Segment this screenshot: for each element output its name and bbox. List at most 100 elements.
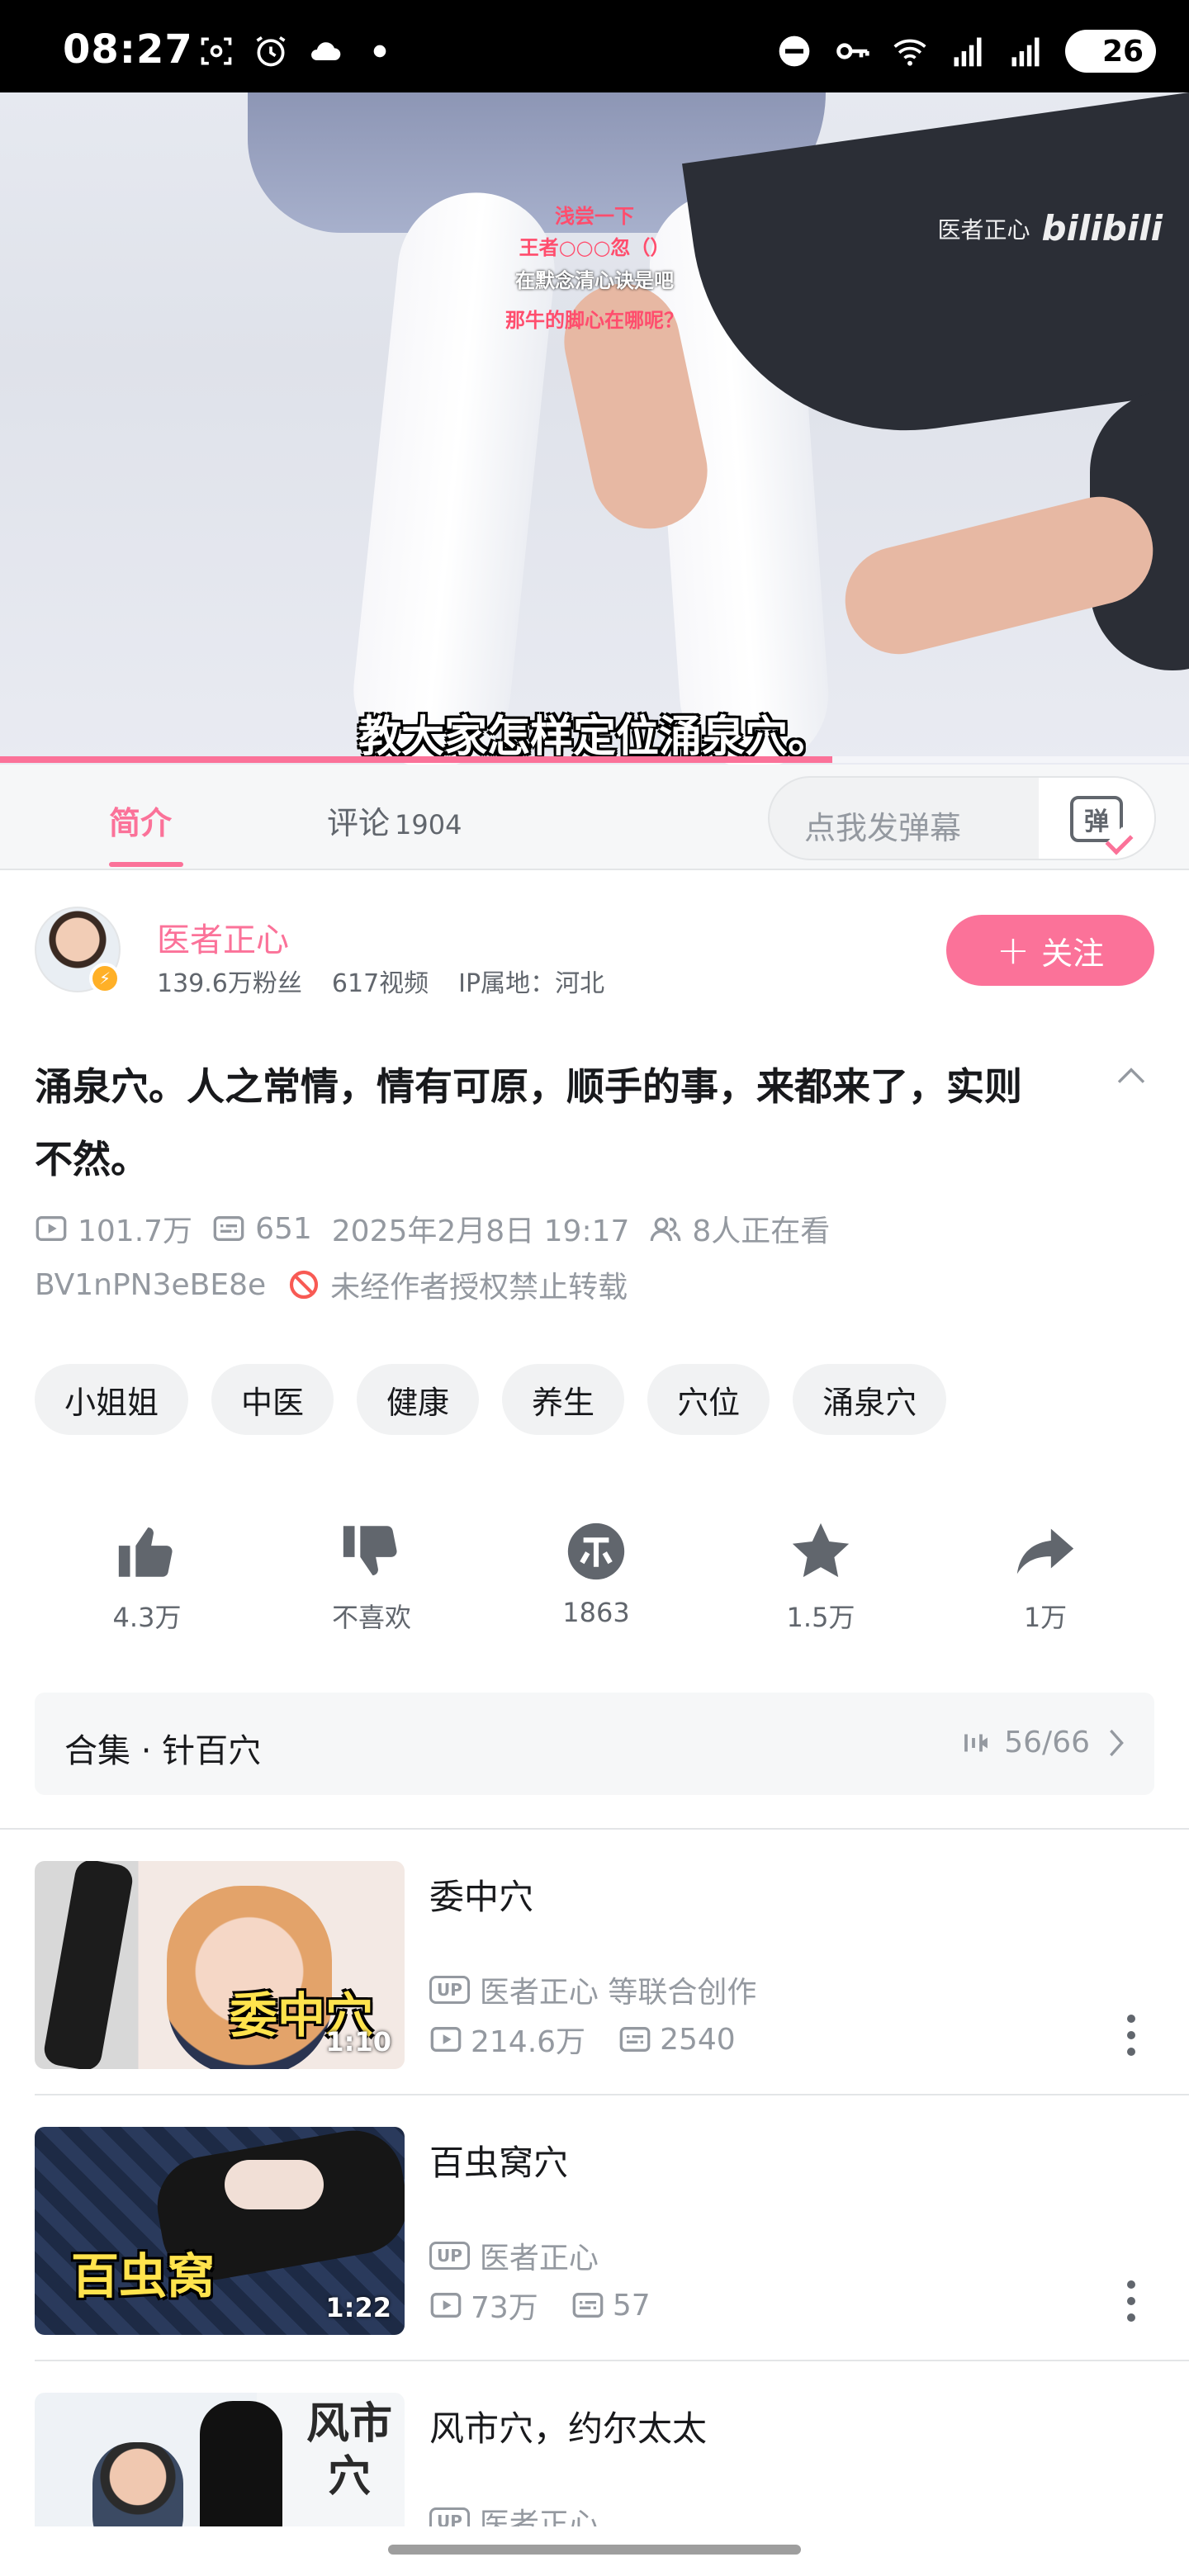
uploader-videos: 617视频: [331, 969, 429, 998]
more-options-icon[interactable]: [1126, 2280, 1136, 2322]
item-danmaku: 57: [571, 2289, 651, 2323]
users-icon: [651, 1217, 681, 1242]
favorite-button[interactable]: 1.5万: [730, 1518, 912, 1635]
publish-date: 2025年2月8日 19:17: [331, 1215, 630, 1248]
item-stats: 73万 57: [429, 2284, 651, 2327]
list-item[interactable]: 风市穴 风市穴，约尔太太 UP 医者正心: [0, 2361, 1189, 2526]
coin-icon: [567, 1522, 625, 1580]
video-progress-bar[interactable]: [0, 756, 1189, 763]
verified-badge-icon: ⚡: [89, 963, 121, 994]
plus-icon: +: [996, 927, 1030, 973]
collection-progress-value: 56/66: [1004, 1726, 1090, 1759]
watermark-author: 医者正心: [937, 215, 1030, 244]
list-item[interactable]: 委中穴 1:10 委中穴 UP 医者正心 等联合创作 214.6万 2540: [0, 1830, 1189, 2095]
danmaku-icon: 弹: [1070, 796, 1123, 842]
up-badge-icon: UP: [429, 2507, 470, 2526]
item-danmaku: 2540: [618, 2023, 736, 2057]
share-icon: [1016, 1528, 1074, 1574]
share-button[interactable]: 1万: [955, 1518, 1136, 1635]
thumbnail-figure: [92, 2442, 183, 2526]
video-thumbnail: 百虫窝 1:22: [35, 2127, 405, 2335]
tag[interactable]: 中医: [211, 1364, 334, 1435]
thumbnail-caption: 百虫窝: [71, 2248, 216, 2304]
dot-icon: [373, 45, 386, 58]
uploader-name[interactable]: 医者正心: [157, 913, 289, 961]
screenshot-icon: [201, 37, 232, 65]
tag[interactable]: 涌泉穴: [793, 1364, 947, 1435]
alarm-icon: [256, 36, 286, 67]
chevron-right-icon: [1110, 1729, 1124, 1756]
bvid: BV1nPN3eBE8e: [35, 1267, 267, 1302]
video-player[interactable]: 浅尝一下 王者○○○忽（） 在默念清心诀是吧 那牛的脚心在哪呢？ 医者正心 bi…: [0, 92, 1189, 765]
item-views: 214.6万: [429, 2018, 585, 2061]
item-uploader: UP 医者正心: [429, 2234, 599, 2277]
tag[interactable]: 小姐姐: [35, 1364, 189, 1435]
item-uploader-name: 医者正心: [479, 2242, 599, 2275]
video-meta: 101.7万 651 2025年2月8日 19:17 8人正在看: [35, 1207, 830, 1250]
item-views: 73万: [429, 2284, 538, 2327]
video-watermark: 医者正心 bilibili: [937, 208, 1163, 249]
collection-progress: 56/66: [961, 1726, 1130, 1759]
tag[interactable]: 穴位: [647, 1364, 770, 1435]
item-uploader-name: 医者正心 等联合创作: [479, 1976, 757, 2010]
status-time: 08:27: [63, 26, 193, 73]
danmaku-count: 651: [212, 1212, 312, 1246]
danmaku-toggle-button[interactable]: 弹: [1039, 778, 1154, 859]
like-count: 4.3万: [112, 1602, 182, 1633]
video-progress-fill: [0, 756, 832, 763]
forbidden-icon: [290, 1270, 319, 1300]
up-badge-icon: UP: [429, 1976, 470, 2004]
thumbnail-caption: 风市穴: [306, 2399, 392, 2502]
list-item[interactable]: 百虫窝 1:22 百虫窝穴 UP 医者正心 73万 57: [0, 2095, 1189, 2361]
vpn-key-icon: [836, 43, 869, 59]
status-right-icons: 26: [776, 30, 1156, 73]
tab-comments-count: 1904: [395, 809, 462, 841]
up-badge-icon: UP: [429, 2242, 470, 2270]
tag[interactable]: 养生: [502, 1364, 625, 1435]
dislike-button[interactable]: 不喜欢: [281, 1518, 462, 1635]
battery-indicator: 26: [1065, 30, 1156, 73]
video-duration: 1:22: [325, 2292, 391, 2323]
battery-level: 26: [1101, 34, 1144, 69]
chevron-up-icon[interactable]: [1115, 1060, 1148, 1093]
video-meta-2: BV1nPN3eBE8e 未经作者授权禁止转载: [35, 1263, 628, 1306]
danmaku-input[interactable]: 点我发弹幕 弹: [768, 776, 1156, 860]
uploader-stats: 139.6万粉丝 617视频 IP属地：河北: [157, 963, 604, 999]
signal-icon: [954, 37, 982, 67]
video-duration: 1:10: [325, 2026, 391, 2057]
coin-count: 1863: [562, 1597, 630, 1628]
play-count-icon: [36, 1216, 67, 1241]
collection-title: 合集 · 针百穴: [64, 1732, 262, 1770]
danmaku-count-icon: [572, 2293, 604, 2318]
follow-button[interactable]: + 关注: [946, 915, 1154, 986]
tab-intro[interactable]: 简介: [109, 798, 172, 843]
copyright-notice: 未经作者授权禁止转载: [287, 1263, 628, 1306]
signal-2-icon: [1011, 37, 1040, 67]
item-views-value: 214.6万: [471, 2025, 586, 2059]
item-stats: 214.6万 2540: [429, 2018, 736, 2061]
danmaku-count-icon: [619, 2027, 651, 2052]
home-indicator[interactable]: [388, 2545, 801, 2555]
uploader-ip: IP属地：河北: [458, 969, 605, 998]
star-icon: [792, 1522, 850, 1578]
playlist-icon: [964, 1734, 988, 1751]
copyright-text: 未经作者授权禁止转载: [330, 1271, 628, 1305]
collection-bar[interactable]: 合集 · 针百穴 56/66: [35, 1693, 1154, 1795]
danmaku-comment: 那牛的脚心在哪呢？: [505, 309, 684, 332]
wifi-icon: [893, 39, 926, 66]
thumbnail-figure: [225, 2160, 324, 2209]
like-button[interactable]: 4.3万: [56, 1518, 238, 1635]
coin-button[interactable]: 1863: [505, 1518, 687, 1628]
tab-comments-label: 评论: [327, 805, 391, 841]
video-title: 涌泉穴。人之常情，情有可原，顺手的事，来都来了，实则不然。: [35, 1064, 1022, 1181]
video-thumbnail: 风市穴: [35, 2393, 405, 2526]
tab-comments[interactable]: 评论 1904: [327, 798, 462, 843]
favorite-count: 1.5万: [786, 1602, 855, 1633]
item-uploader: UP 医者正心 等联合创作: [429, 1968, 756, 2011]
view-count-value: 101.7万: [78, 1215, 193, 1248]
thumbnail-figure: [200, 2401, 282, 2526]
tag[interactable]: 健康: [357, 1364, 480, 1435]
more-options-icon[interactable]: [1126, 2015, 1136, 2056]
tag-list: 小姐姐 中医 健康 养生 穴位 涌泉穴: [35, 1364, 947, 1435]
status-bar: 08:27 26: [0, 0, 1189, 92]
